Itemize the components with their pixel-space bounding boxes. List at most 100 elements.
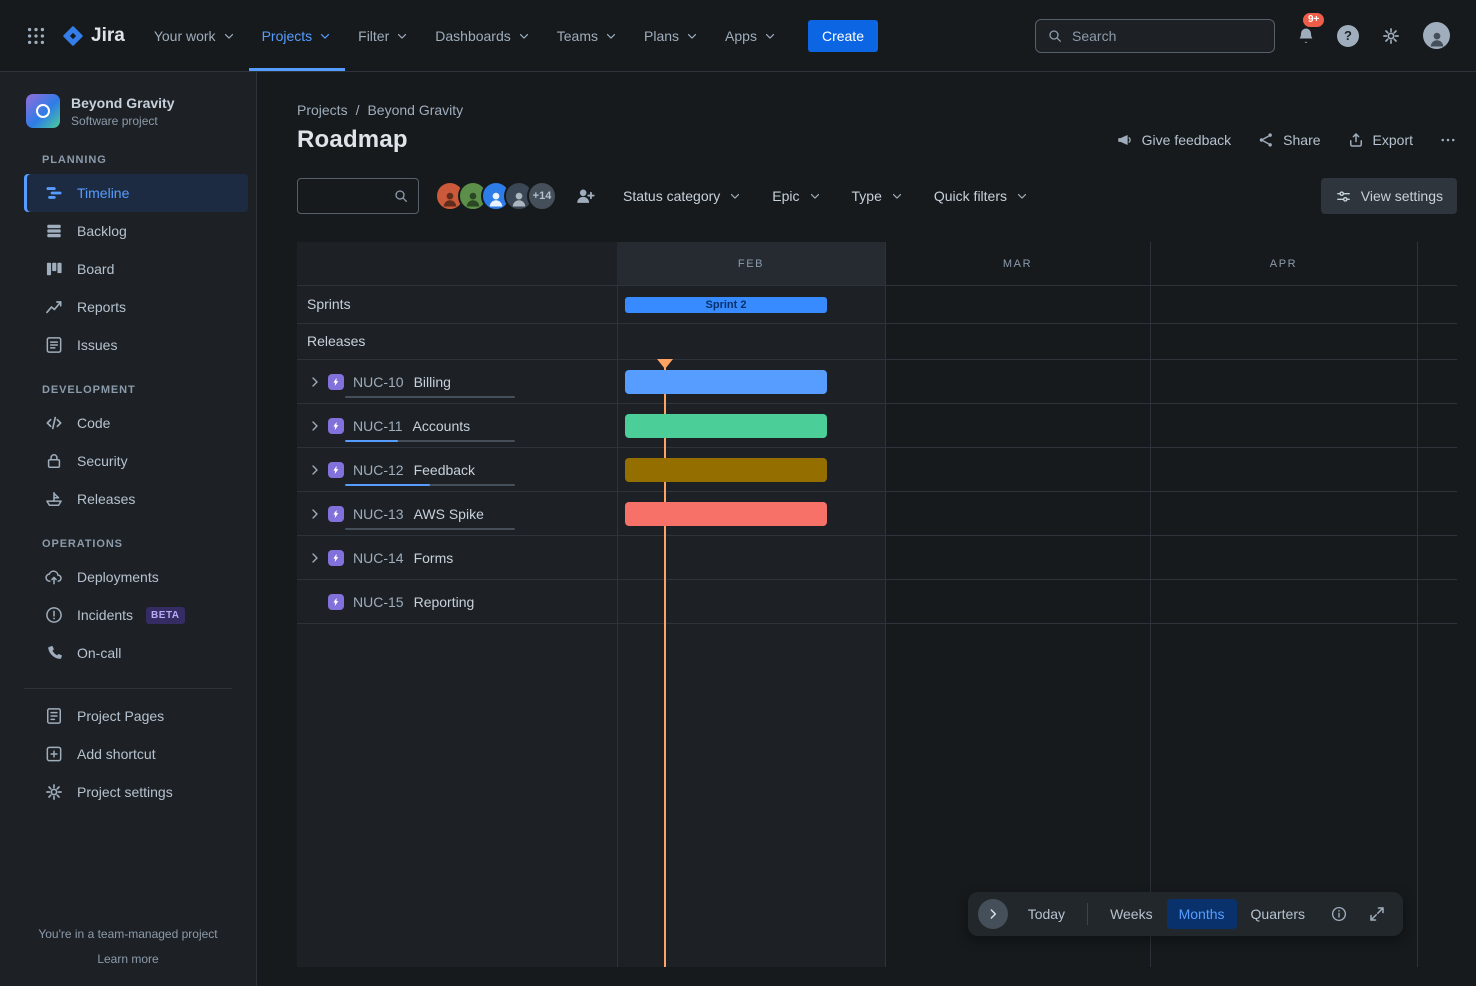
filter-label: Epic [772, 188, 799, 204]
breadcrumb-project[interactable]: Beyond Gravity [367, 102, 463, 118]
epic-progress [345, 528, 515, 530]
more-actions-button[interactable] [1439, 131, 1457, 149]
action-label: Share [1283, 132, 1320, 148]
nav-apps[interactable]: Apps [712, 0, 790, 71]
controls-divider [1087, 903, 1088, 925]
sidebar-item-project-settings[interactable]: Project settings [24, 773, 248, 811]
add-people-icon[interactable] [569, 180, 601, 212]
epic-row[interactable]: NUC-11 Accounts [297, 404, 1457, 448]
help-icon[interactable]: ? [1337, 25, 1359, 47]
sidebar-item-reports[interactable]: Reports [24, 288, 248, 326]
sidebar-item-security[interactable]: Security [24, 442, 248, 480]
today-button[interactable]: Today [1016, 899, 1077, 929]
epic-bar[interactable] [625, 370, 827, 394]
status-category-filter[interactable]: Status category [623, 188, 742, 204]
quick-filters[interactable]: Quick filters [934, 188, 1029, 204]
epic-row[interactable]: NUC-13 AWS Spike [297, 492, 1457, 536]
sidebar-item-timeline[interactable]: Timeline [24, 174, 248, 212]
search-icon [393, 188, 409, 204]
sidebar-item-on-call[interactable]: On-call [24, 634, 248, 672]
epic-icon [328, 550, 344, 566]
chevron-down-icon [890, 189, 904, 203]
page-actions: Give feedback Share Export [1116, 131, 1457, 149]
zoom-weeks-button[interactable]: Weeks [1098, 899, 1165, 929]
breadcrumb-projects[interactable]: Projects [297, 102, 348, 118]
chevron-down-icon [1015, 189, 1029, 203]
nav-filter[interactable]: Filter [345, 0, 422, 71]
sidebar-item-issues[interactable]: Issues [24, 326, 248, 364]
epic-icon [328, 418, 344, 434]
nav-teams[interactable]: Teams [544, 0, 631, 71]
info-icon[interactable] [1323, 899, 1355, 929]
epic-bar[interactable] [625, 414, 827, 438]
reports-icon [44, 297, 64, 317]
epic-name: Forms [414, 550, 454, 566]
chevron-right-icon[interactable] [305, 372, 325, 392]
nav-plans[interactable]: Plans [631, 0, 712, 71]
view-settings-button[interactable]: View settings [1321, 178, 1457, 214]
board-search-input[interactable] [307, 188, 393, 204]
chevron-right-icon[interactable] [305, 460, 325, 480]
nav-projects[interactable]: Projects [249, 0, 346, 71]
epic-icon [328, 462, 344, 478]
share-button[interactable]: Share [1257, 131, 1320, 149]
ship-icon [44, 489, 64, 509]
chevron-right-icon[interactable] [305, 416, 325, 436]
app-switcher-icon[interactable] [20, 20, 52, 52]
global-search-input[interactable] [1072, 28, 1263, 44]
action-label: Give feedback [1142, 132, 1232, 148]
sidebar-item-deployments[interactable]: Deployments [24, 558, 248, 596]
notification-badge: 9+ [1303, 13, 1324, 27]
sidebar-item-backlog[interactable]: Backlog [24, 212, 248, 250]
project-header[interactable]: Beyond Gravity Software project [0, 72, 256, 134]
epic-key: NUC-12 [353, 462, 404, 478]
timeline-header: FEB MAR APR [297, 242, 1457, 286]
board-toolbar: +14 Status category Epic Type [297, 178, 1457, 214]
epic-bar[interactable] [625, 458, 827, 482]
sidebar-item-project-pages[interactable]: Project Pages [24, 697, 248, 735]
jira-logo[interactable]: Jira [62, 25, 125, 47]
profile-avatar[interactable] [1423, 22, 1450, 49]
learn-more-link[interactable]: Learn more [20, 951, 236, 968]
fullscreen-icon[interactable] [1361, 899, 1393, 929]
scroll-forward-icon[interactable] [978, 899, 1008, 929]
cloud-upload-icon [44, 567, 64, 587]
sidebar-item-code[interactable]: Code [24, 404, 248, 442]
more-icon [1439, 131, 1457, 149]
zoom-quarters-button[interactable]: Quarters [1239, 899, 1317, 929]
avatar-overflow[interactable]: +14 [527, 181, 557, 211]
notifications-button[interactable]: 9+ [1291, 21, 1321, 51]
nav-dashboards[interactable]: Dashboards [422, 0, 544, 71]
chevron-right-icon[interactable] [305, 548, 325, 568]
epic-row[interactable]: NUC-12 Feedback [297, 448, 1457, 492]
project-type: Software project [71, 114, 174, 128]
nav-your-work[interactable]: Your work [141, 0, 249, 71]
sidebar-item-board[interactable]: Board [24, 250, 248, 288]
sidebar-item-add-shortcut[interactable]: Add shortcut [24, 735, 248, 773]
nav-label: Dashboards [435, 28, 511, 44]
filter-label: Type [852, 188, 882, 204]
epic-bar[interactable] [625, 502, 827, 526]
sidebar-item-label: Timeline [77, 185, 129, 201]
sidebar-item-releases[interactable]: Releases [24, 480, 248, 518]
give-feedback-button[interactable]: Give feedback [1116, 131, 1232, 149]
avatar-group: +14 [435, 181, 557, 211]
epic-row[interactable]: NUC-14 Forms [297, 536, 1457, 580]
chevron-right-icon[interactable] [305, 504, 325, 524]
sidebar-item-label: Add shortcut [77, 746, 156, 762]
sprint-bar[interactable]: Sprint 2 [625, 297, 827, 313]
epic-filter[interactable]: Epic [772, 188, 821, 204]
export-button[interactable]: Export [1347, 131, 1413, 149]
issues-icon [44, 335, 64, 355]
team-managed-note: You're in a team-managed project [20, 926, 236, 943]
zoom-months-button[interactable]: Months [1167, 899, 1237, 929]
epic-progress-done [345, 484, 430, 486]
nav-label: Plans [644, 28, 679, 44]
sidebar-item-label: Board [77, 261, 114, 277]
epic-row[interactable]: NUC-10 Billing [297, 360, 1457, 404]
create-button[interactable]: Create [808, 20, 878, 52]
type-filter[interactable]: Type [852, 188, 904, 204]
epic-row[interactable]: NUC-15 Reporting [297, 580, 1457, 624]
sidebar-item-incidents[interactable]: Incidents BETA [24, 596, 248, 634]
settings-gear-icon[interactable] [1375, 20, 1407, 52]
